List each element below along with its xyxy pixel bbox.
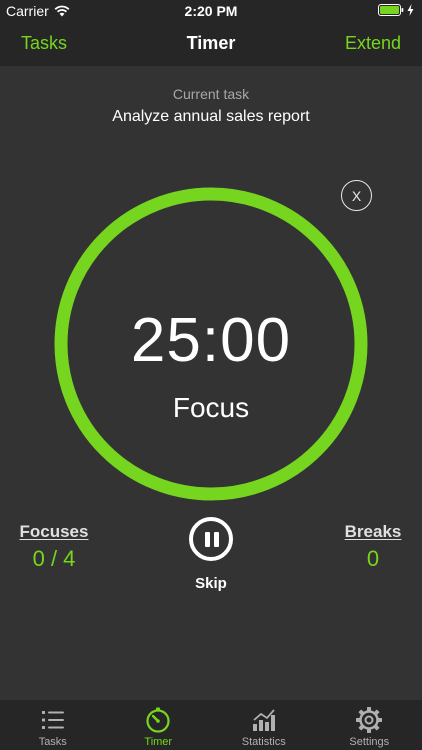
battery-icon bbox=[378, 4, 404, 16]
timer-countdown: 25:00 bbox=[130, 306, 292, 375]
status-time: 2:20 PM bbox=[184, 3, 238, 19]
current-task-name: Analyze annual sales report bbox=[112, 108, 310, 125]
current-task-caption: Current task bbox=[172, 86, 250, 102]
breaks-label: Breaks bbox=[344, 522, 402, 541]
nav-bar: Tasks Timer Extend bbox=[0, 22, 422, 66]
timer-screen: Carrier 2:20 PM Tasks Timer Extend Curre… bbox=[0, 0, 422, 750]
tab-tasks[interactable]: Tasks bbox=[0, 700, 106, 750]
tab-statistics-label: Statistics bbox=[241, 736, 286, 748]
breaks-value: 0 bbox=[366, 546, 380, 571]
chart-icon bbox=[252, 709, 275, 731]
focuses-value: 0 / 4 bbox=[32, 546, 76, 571]
list-icon bbox=[41, 711, 64, 729]
status-right bbox=[378, 4, 414, 16]
tab-statistics[interactable]: Statistics bbox=[211, 700, 317, 750]
focuses-label: Focuses bbox=[19, 522, 89, 541]
extend-button[interactable]: Extend bbox=[345, 33, 401, 54]
tab-tasks-label: Tasks bbox=[38, 736, 67, 748]
timer-mode: Focus bbox=[172, 392, 250, 423]
pause-button[interactable] bbox=[189, 517, 233, 561]
status-bar: Carrier 2:20 PM bbox=[0, 0, 422, 22]
tab-timer-label: Timer bbox=[144, 736, 173, 748]
timer-ring: 25:00 Focus bbox=[54, 187, 368, 501]
focuses-counter: Focuses 0 / 4 bbox=[18, 522, 90, 572]
tab-timer[interactable]: Timer bbox=[106, 700, 212, 750]
tab-settings-label: Settings bbox=[349, 736, 390, 748]
gear-icon bbox=[356, 707, 383, 733]
tab-settings[interactable]: Settings bbox=[317, 700, 422, 750]
charging-icon bbox=[407, 4, 414, 16]
timer-icon bbox=[146, 707, 170, 733]
breaks-counter: Breaks 0 bbox=[336, 522, 410, 572]
skip-button[interactable]: Skip bbox=[0, 575, 422, 592]
tab-bar: Tasks Timer Statistics Settings bbox=[0, 700, 422, 750]
